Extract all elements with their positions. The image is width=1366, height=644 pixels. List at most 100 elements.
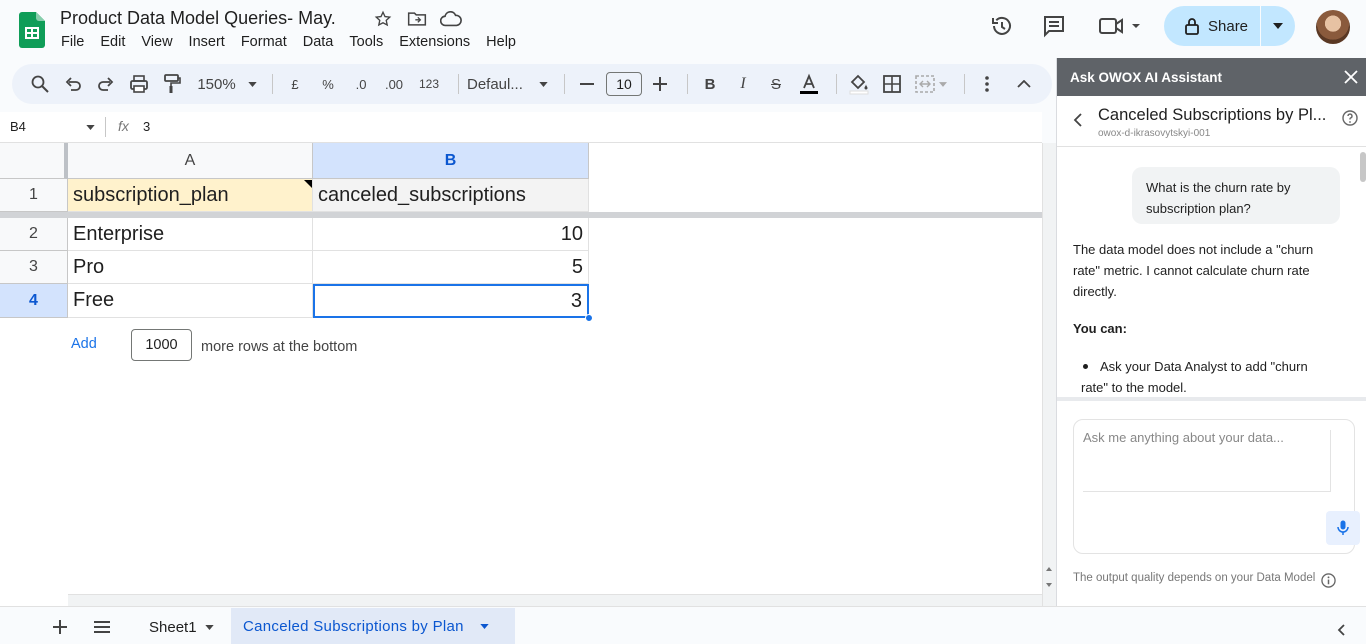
move-folder-icon[interactable] bbox=[407, 10, 427, 28]
zoom-select[interactable]: 150% bbox=[195, 68, 259, 100]
assistant-header-title: Ask OWOX AI Assistant bbox=[1070, 69, 1223, 85]
increase-decimal-button[interactable]: .00 bbox=[380, 68, 408, 100]
microphone-icon bbox=[1337, 520, 1349, 535]
tab-canceled-subscriptions[interactable]: Canceled Subscriptions by Plan bbox=[231, 608, 515, 644]
fx-icon: fx bbox=[118, 118, 129, 134]
decrease-decimal-label: .0 bbox=[355, 76, 367, 92]
chat-divider bbox=[1057, 146, 1366, 147]
menu-view[interactable]: View bbox=[141, 34, 172, 50]
row-header-4[interactable]: 4 bbox=[0, 284, 68, 318]
cell-b4-selected[interactable]: 3 bbox=[313, 284, 589, 318]
back-chevron-icon[interactable] bbox=[1073, 113, 1082, 127]
borders-icon[interactable] bbox=[878, 68, 906, 100]
menu-extensions[interactable]: Extensions bbox=[399, 34, 470, 50]
name-box[interactable]: B4 bbox=[10, 119, 26, 134]
composer-divider bbox=[1057, 397, 1366, 401]
cloud-status-icon[interactable] bbox=[440, 11, 462, 27]
redo-icon[interactable] bbox=[92, 68, 120, 100]
font-select[interactable]: Defaul... bbox=[467, 68, 551, 100]
decrease-decimal-button[interactable]: .0 bbox=[347, 68, 375, 100]
tab-sheet1[interactable]: Sheet1 bbox=[149, 619, 214, 636]
cell-b3[interactable]: 5 bbox=[313, 251, 589, 284]
paint-format-icon[interactable] bbox=[158, 68, 186, 100]
cell-a1[interactable]: subscription_plan bbox=[68, 179, 313, 212]
vertical-scrollbar[interactable] bbox=[1042, 143, 1056, 606]
share-button[interactable]: Share bbox=[1164, 6, 1260, 46]
assistant-header: Ask OWOX AI Assistant bbox=[1057, 58, 1366, 96]
row-header-3[interactable]: 3 bbox=[0, 251, 68, 284]
close-icon[interactable] bbox=[1344, 70, 1358, 84]
document-title[interactable]: Product Data Model Queries- May. bbox=[60, 8, 336, 29]
toolbar: 150% £ % .0 .00 123 Defaul... 10 B I S bbox=[12, 64, 1052, 104]
add-rows-button[interactable]: Add bbox=[71, 336, 97, 352]
chat-scrollbar-thumb[interactable] bbox=[1360, 152, 1366, 182]
avatar[interactable] bbox=[1316, 10, 1350, 44]
increase-decimal-label: .00 bbox=[384, 76, 404, 92]
menu-bar: File Edit View Insert Format Data Tools … bbox=[61, 34, 532, 50]
merge-cells-icon[interactable] bbox=[911, 68, 951, 100]
cell-a2[interactable]: Enterprise bbox=[68, 218, 313, 251]
column-header-a[interactable]: A bbox=[68, 143, 313, 179]
menu-file[interactable]: File bbox=[61, 34, 84, 50]
chevron-left-icon[interactable] bbox=[1337, 624, 1345, 636]
add-rows-count-input[interactable]: 1000 bbox=[131, 329, 192, 361]
menu-tools[interactable]: Tools bbox=[349, 34, 383, 50]
bold-icon[interactable]: B bbox=[696, 68, 724, 100]
chevron-down-icon bbox=[539, 81, 548, 87]
tab-sheet1-label: Sheet1 bbox=[149, 619, 197, 636]
fill-handle[interactable] bbox=[585, 314, 593, 322]
horizontal-scrollbar[interactable] bbox=[68, 594, 1042, 606]
chat-input[interactable]: Ask me anything about your data... bbox=[1083, 430, 1331, 492]
meet-camera-icon[interactable] bbox=[1098, 12, 1144, 40]
select-all-corner[interactable] bbox=[0, 143, 68, 179]
more-options-icon[interactable] bbox=[973, 68, 1001, 100]
cell-a3[interactable]: Pro bbox=[68, 251, 313, 284]
undo-icon[interactable] bbox=[59, 68, 87, 100]
quality-disclaimer: The output quality depends on your Data … bbox=[1073, 572, 1316, 584]
column-header-b[interactable]: B bbox=[313, 143, 589, 179]
star-icon[interactable] bbox=[374, 10, 392, 28]
collapse-toolbar-icon[interactable] bbox=[1010, 68, 1038, 100]
fill-color-icon[interactable] bbox=[845, 68, 873, 100]
menu-insert[interactable]: Insert bbox=[189, 34, 225, 50]
all-sheets-icon[interactable] bbox=[94, 621, 110, 633]
help-icon[interactable] bbox=[1342, 110, 1358, 126]
share-dropdown-button[interactable] bbox=[1261, 6, 1295, 46]
chat-title: Canceled Subscriptions by Pl... bbox=[1098, 106, 1327, 124]
cell-b1[interactable]: canceled_subscriptions bbox=[313, 179, 589, 212]
scroll-up-arrow-icon[interactable] bbox=[1046, 567, 1052, 571]
menu-format[interactable]: Format bbox=[241, 34, 287, 50]
print-icon[interactable] bbox=[125, 68, 153, 100]
sheets-logo-icon[interactable] bbox=[19, 12, 45, 48]
formula-input[interactable]: 3 bbox=[143, 119, 150, 134]
share-button-group: Share bbox=[1164, 6, 1295, 46]
row-header-1[interactable]: 1 bbox=[0, 179, 68, 212]
comments-icon[interactable] bbox=[1040, 12, 1068, 40]
text-color-icon[interactable] bbox=[795, 68, 823, 100]
assistant-panel: Ask OWOX AI Assistant Canceled Subscript… bbox=[1056, 58, 1366, 606]
decrease-font-size-icon[interactable] bbox=[573, 68, 601, 100]
chevron-down-icon bbox=[480, 623, 489, 629]
menu-data[interactable]: Data bbox=[303, 34, 334, 50]
menu-edit[interactable]: Edit bbox=[100, 34, 125, 50]
chevron-down-icon[interactable] bbox=[86, 125, 95, 130]
formula-divider bbox=[105, 117, 106, 137]
menu-help[interactable]: Help bbox=[486, 34, 516, 50]
cell-b2[interactable]: 10 bbox=[313, 218, 589, 251]
version-history-icon[interactable] bbox=[988, 12, 1016, 40]
percent-format-button[interactable]: % bbox=[314, 68, 342, 100]
row-header-2[interactable]: 2 bbox=[0, 218, 68, 251]
search-menus-icon[interactable] bbox=[26, 68, 54, 100]
cell-a4[interactable]: Free bbox=[68, 284, 313, 318]
add-sheet-icon[interactable] bbox=[53, 620, 67, 634]
more-formats-button[interactable]: 123 bbox=[413, 68, 445, 100]
info-icon[interactable] bbox=[1321, 573, 1336, 588]
currency-format-button[interactable]: £ bbox=[281, 68, 309, 100]
assistant-reply: The data model does not include a "churn… bbox=[1073, 242, 1314, 299]
italic-icon[interactable]: I bbox=[729, 68, 757, 100]
microphone-button[interactable] bbox=[1326, 511, 1360, 545]
scroll-down-arrow-icon[interactable] bbox=[1046, 583, 1052, 587]
strikethrough-icon[interactable]: S bbox=[762, 68, 790, 100]
font-size-input[interactable]: 10 bbox=[606, 72, 642, 96]
increase-font-size-icon[interactable] bbox=[646, 68, 674, 100]
